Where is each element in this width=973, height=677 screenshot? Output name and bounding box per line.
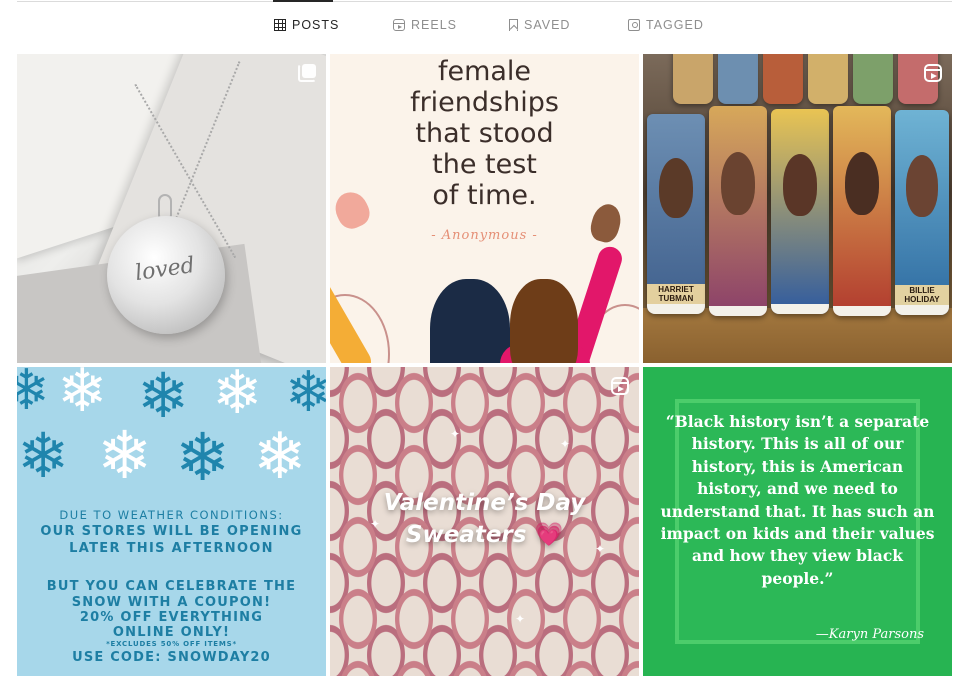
snowflake-icon: ❄ [17, 419, 69, 492]
coupon-line: 20% OFF EVERYTHING [79, 610, 264, 625]
multiple-photos-icon [298, 64, 316, 82]
bookmark-icon [509, 19, 518, 31]
profile-divider [17, 1, 952, 2]
snowflake-icon: ❄ [253, 420, 307, 494]
title-line: Sweaters [405, 522, 527, 548]
prayer-candle [771, 109, 829, 314]
posts-grid: loved female friendships that stood the … [17, 54, 952, 676]
portrait [720, 152, 756, 216]
portrait [782, 154, 818, 216]
coupon-exclusion: *EXCLUDES 50% OFF ITEMS* [106, 640, 237, 648]
back-candle [718, 54, 758, 104]
sparkle-icon: ✦ [515, 612, 526, 626]
tab-posts-label: POSTS [292, 18, 340, 32]
reels-icon [924, 64, 942, 82]
prayer-candle [709, 106, 767, 316]
quote-signature: —Karyn Parsons [815, 627, 924, 642]
sparkle-icon: ✦ [450, 427, 461, 441]
tab-reels[interactable]: REELS [393, 18, 457, 32]
tab-tagged[interactable]: TAGGED [628, 18, 704, 32]
post-tile-friendships[interactable]: female friendships that stood the test o… [330, 54, 639, 363]
back-candle [808, 54, 848, 104]
candle-base [709, 306, 767, 316]
prayer-candle: HARRIET TUBMAN [647, 114, 705, 314]
title-line: Valentine’s Day [383, 490, 586, 516]
reels-icon [611, 377, 629, 395]
back-candle [853, 54, 893, 104]
snowflake-icon: ❄ [57, 367, 108, 426]
snowflake-icon: ❄ [285, 367, 326, 425]
post-tile-valentine-sweaters[interactable]: ✦ ✦ ✦ ✦ ✦ Valentine’s Day Sweaters 💗 [330, 367, 639, 676]
coupon-line: ONLINE ONLY! [112, 625, 231, 640]
quote-line: the test [432, 149, 537, 180]
candle-base [895, 305, 949, 315]
black-history-quote: “Black history isn’t a separate history.… [660, 412, 935, 588]
title-line-2: Sweaters 💗 [330, 519, 639, 551]
candle-base [771, 304, 829, 314]
post-tile-snow-day[interactable]: ❄ ❄ ❄ ❄ ❄ ❄ ❄ ❄ ❄ DUE TO WEATHER CONDITI… [17, 367, 326, 676]
tab-posts[interactable]: POSTS [274, 18, 339, 32]
friendship-quote: female friendships that stood the test o… [330, 56, 639, 211]
coupon-code: USE CODE: SNOWDAY20 [72, 650, 271, 665]
snowflake-icon: ❄ [212, 367, 263, 428]
grid-icon [274, 19, 286, 31]
post-tile-black-history-quote[interactable]: “Black history isn’t a separate history.… [643, 367, 952, 676]
snowflake-icon: ❄ [175, 419, 231, 496]
snowflake-icon: ❄ [97, 417, 153, 494]
sparkle-icon: ✦ [560, 437, 571, 451]
tab-reels-label: REELS [411, 18, 457, 32]
active-tab-indicator [273, 0, 333, 2]
portrait [905, 155, 939, 217]
profile-tabs: POSTS REELS SAVED TAGGED [0, 18, 973, 38]
tab-saved[interactable]: SAVED [509, 18, 570, 32]
candle-label: HARRIET TUBMAN [647, 284, 705, 304]
snowflake-icon: ❄ [17, 367, 50, 423]
coupon-line: BUT YOU CAN CELEBRATE THE [46, 579, 297, 594]
tab-saved-label: SAVED [524, 18, 571, 32]
back-candle [673, 54, 713, 104]
portrait [844, 152, 880, 216]
wooden-shelf [643, 308, 952, 363]
quote-line: friendships [410, 87, 559, 118]
post-tile-necklace[interactable]: loved [17, 54, 326, 363]
quote-line: female [437, 56, 532, 87]
tag-icon [628, 19, 640, 31]
coupon-line: SNOW WITH A COUPON! [71, 595, 272, 610]
candle-base [647, 304, 705, 314]
quote-line: that stood [415, 118, 554, 149]
candle-base [833, 306, 891, 316]
store-opening-line: LATER THIS AFTERNOON [69, 541, 274, 556]
store-opening-line: OUR STORES WILL BE OPENING [40, 524, 303, 539]
candle-label: BILLIE HOLIDAY [895, 285, 949, 305]
portrait [658, 158, 694, 218]
reels-icon [393, 19, 405, 31]
prayer-candle: BILLIE HOLIDAY [895, 110, 949, 315]
weather-notice: DUE TO WEATHER CONDITIONS: [59, 508, 284, 522]
prayer-candle [833, 106, 891, 316]
tab-tagged-label: TAGGED [646, 18, 704, 32]
friend-figure [510, 279, 578, 363]
post-tile-prayer-candles[interactable]: HARRIET TUBMAN BILLIE HOLIDAY [643, 54, 952, 363]
back-candle [763, 54, 803, 104]
friend-figure [430, 279, 510, 363]
pink-heart-icon: 💗 [534, 522, 564, 548]
quote-line: of time. [432, 180, 537, 211]
sweater-post-title: Valentine’s Day Sweaters 💗 [330, 487, 639, 551]
